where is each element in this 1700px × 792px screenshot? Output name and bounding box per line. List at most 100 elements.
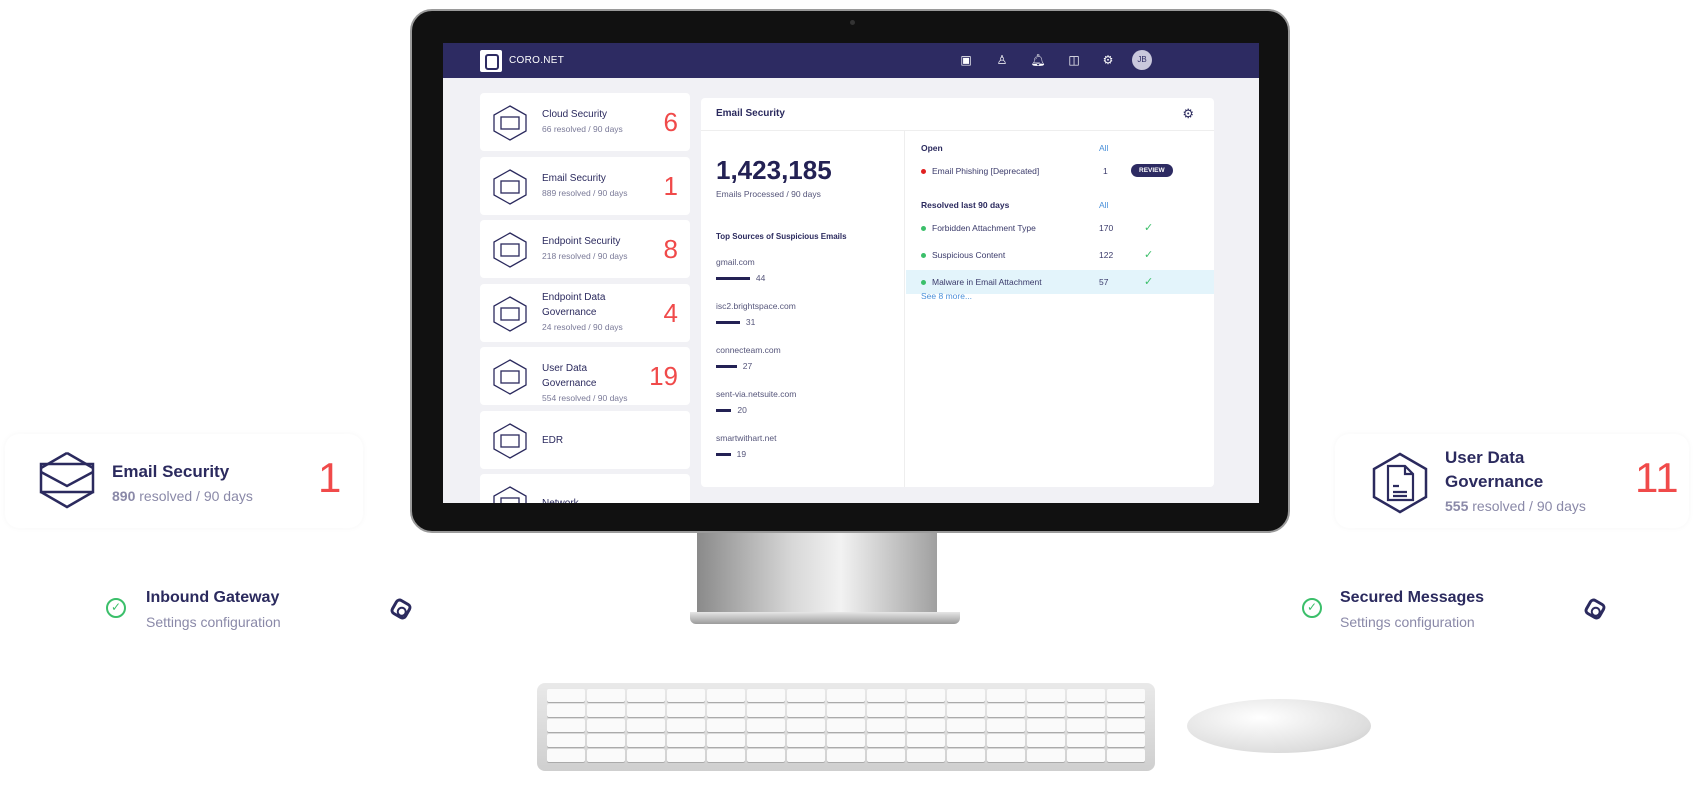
module-name: EDR bbox=[542, 434, 564, 446]
callout-count: 11 bbox=[1635, 454, 1679, 501]
monitor-stand bbox=[697, 533, 937, 623]
key bbox=[707, 734, 745, 747]
module-count: 1 bbox=[663, 170, 678, 201]
key bbox=[907, 719, 945, 732]
key bbox=[1107, 719, 1145, 732]
module-card[interactable]: Cloud Security 66 resolved / 90 days 6 bbox=[480, 93, 690, 151]
callout-resolved: 555 resolved / 90 days bbox=[1445, 498, 1586, 514]
resolved-item[interactable]: Suspicious Content 122 ✓ bbox=[906, 243, 1214, 267]
panel-title: Email Security bbox=[716, 108, 785, 119]
key bbox=[987, 749, 1025, 762]
settings-icon[interactable]: ⚙ bbox=[1182, 106, 1194, 122]
key bbox=[787, 704, 825, 717]
key bbox=[947, 749, 985, 762]
gear-icon[interactable]: ⚙ bbox=[1100, 52, 1116, 68]
open-item[interactable]: Email Phishing [Deprecated] 1 REVIEW bbox=[906, 164, 1214, 190]
source-domain: smartwithart.net bbox=[716, 433, 777, 443]
user-icon[interactable]: ♙ bbox=[994, 52, 1010, 68]
key bbox=[587, 734, 625, 747]
inbound-gateway-row[interactable]: ✓ Inbound Gateway Settings configuration bbox=[98, 582, 423, 640]
source-domain: gmail.com bbox=[716, 257, 755, 267]
emails-processed-value: 1,423,185 bbox=[716, 155, 832, 185]
source-item: connecteam.com 27 bbox=[716, 345, 781, 371]
key bbox=[667, 689, 705, 702]
resolved-item[interactable]: Forbidden Attachment Type 170 ✓ bbox=[906, 216, 1214, 240]
key bbox=[1027, 689, 1065, 702]
key bbox=[867, 689, 905, 702]
key bbox=[1067, 689, 1105, 702]
key bbox=[1027, 719, 1065, 732]
key bbox=[907, 749, 945, 762]
coro-logo-icon[interactable] bbox=[480, 50, 502, 72]
key bbox=[747, 719, 785, 732]
chart-icon[interactable]: ◫ bbox=[1066, 52, 1082, 68]
key bbox=[627, 704, 665, 717]
status-dot bbox=[921, 169, 926, 175]
module-card[interactable]: Email Security 889 resolved / 90 days 1 bbox=[480, 156, 690, 215]
open-all-link[interactable]: All bbox=[1099, 143, 1108, 153]
callout-title: User Data Governance bbox=[1445, 448, 1544, 491]
key bbox=[827, 719, 865, 732]
key bbox=[1067, 719, 1105, 732]
key bbox=[1107, 749, 1145, 762]
module-count: 4 bbox=[663, 297, 678, 328]
keyboard bbox=[537, 683, 1155, 771]
top-navbar: CORO.NET ▣ ♙ 🔔︎ ◫ ⚙ JB bbox=[443, 43, 1259, 78]
key bbox=[827, 704, 865, 717]
settings-icon[interactable] bbox=[388, 596, 414, 622]
module-resolved: 24 resolved / 90 days bbox=[542, 321, 623, 332]
key bbox=[667, 719, 705, 732]
key bbox=[587, 749, 625, 762]
module-card[interactable]: Network bbox=[480, 474, 690, 503]
status-dot bbox=[921, 226, 926, 232]
top-sources-title: Top Sources of Suspicious Emails bbox=[716, 232, 847, 241]
settings-icon[interactable] bbox=[1582, 596, 1608, 622]
app-screen: CORO.NET ▣ ♙ 🔔︎ ◫ ⚙ JB Cloud Security 66 … bbox=[443, 43, 1259, 503]
key bbox=[587, 689, 625, 702]
check-circle-icon: ✓ bbox=[106, 598, 126, 618]
dashboard-icon[interactable]: ▣ bbox=[958, 52, 974, 68]
key bbox=[1027, 734, 1065, 747]
key bbox=[667, 749, 705, 762]
key bbox=[547, 689, 585, 702]
file-icon bbox=[1372, 452, 1428, 514]
key bbox=[627, 749, 665, 762]
module-name: Endpoint Data Governance bbox=[542, 291, 606, 318]
module-card[interactable]: User Data Governance 554 resolved / 90 da… bbox=[480, 347, 690, 405]
key bbox=[707, 704, 745, 717]
email-security-panel: Email Security ⚙ 1,423,185 Emails Proces… bbox=[701, 98, 1214, 487]
secured-messages-row[interactable]: ✓ Secured Messages Settings configuratio… bbox=[1298, 582, 1623, 640]
source-bar bbox=[716, 277, 750, 281]
see-more-link[interactable]: See 8 more... bbox=[921, 291, 1021, 315]
key bbox=[827, 749, 865, 762]
check-icon: ✓ bbox=[1144, 222, 1154, 234]
envelope-icon bbox=[493, 168, 527, 205]
module-count: 8 bbox=[663, 234, 678, 264]
callout-user-data-governance: User Data Governance 555 resolved / 90 d… bbox=[1335, 434, 1689, 528]
key bbox=[867, 704, 905, 717]
source-count: 27 bbox=[742, 361, 753, 371]
callout-resolved: 890 resolved / 90 days bbox=[112, 488, 253, 504]
key bbox=[787, 734, 825, 747]
callout-title: Email Security bbox=[112, 462, 230, 481]
key bbox=[987, 689, 1025, 702]
review-button[interactable]: REVIEW bbox=[1131, 164, 1173, 177]
brand-name: CORO.NET bbox=[509, 55, 565, 66]
key bbox=[867, 719, 905, 732]
bell-icon[interactable]: 🔔︎ bbox=[1030, 52, 1046, 68]
key bbox=[947, 704, 985, 717]
module-card[interactable]: Endpoint Security 218 resolved / 90 days … bbox=[480, 220, 690, 278]
avatar[interactable]: JB bbox=[1132, 50, 1152, 70]
resolved-all-link[interactable]: All bbox=[1099, 200, 1108, 210]
network-icon bbox=[493, 486, 527, 503]
key bbox=[1067, 734, 1105, 747]
key bbox=[667, 704, 705, 717]
row-subtitle: Settings configuration bbox=[1340, 614, 1475, 630]
source-domain: connecteam.com bbox=[716, 345, 781, 355]
module-card[interactable]: Endpoint Data Governance 24 resolved / 90… bbox=[480, 283, 690, 342]
module-card[interactable]: EDR bbox=[480, 410, 690, 469]
key bbox=[1107, 689, 1145, 702]
file-icon bbox=[493, 359, 527, 395]
source-domain: isc2.brightspace.com bbox=[716, 301, 796, 311]
key bbox=[747, 704, 785, 717]
